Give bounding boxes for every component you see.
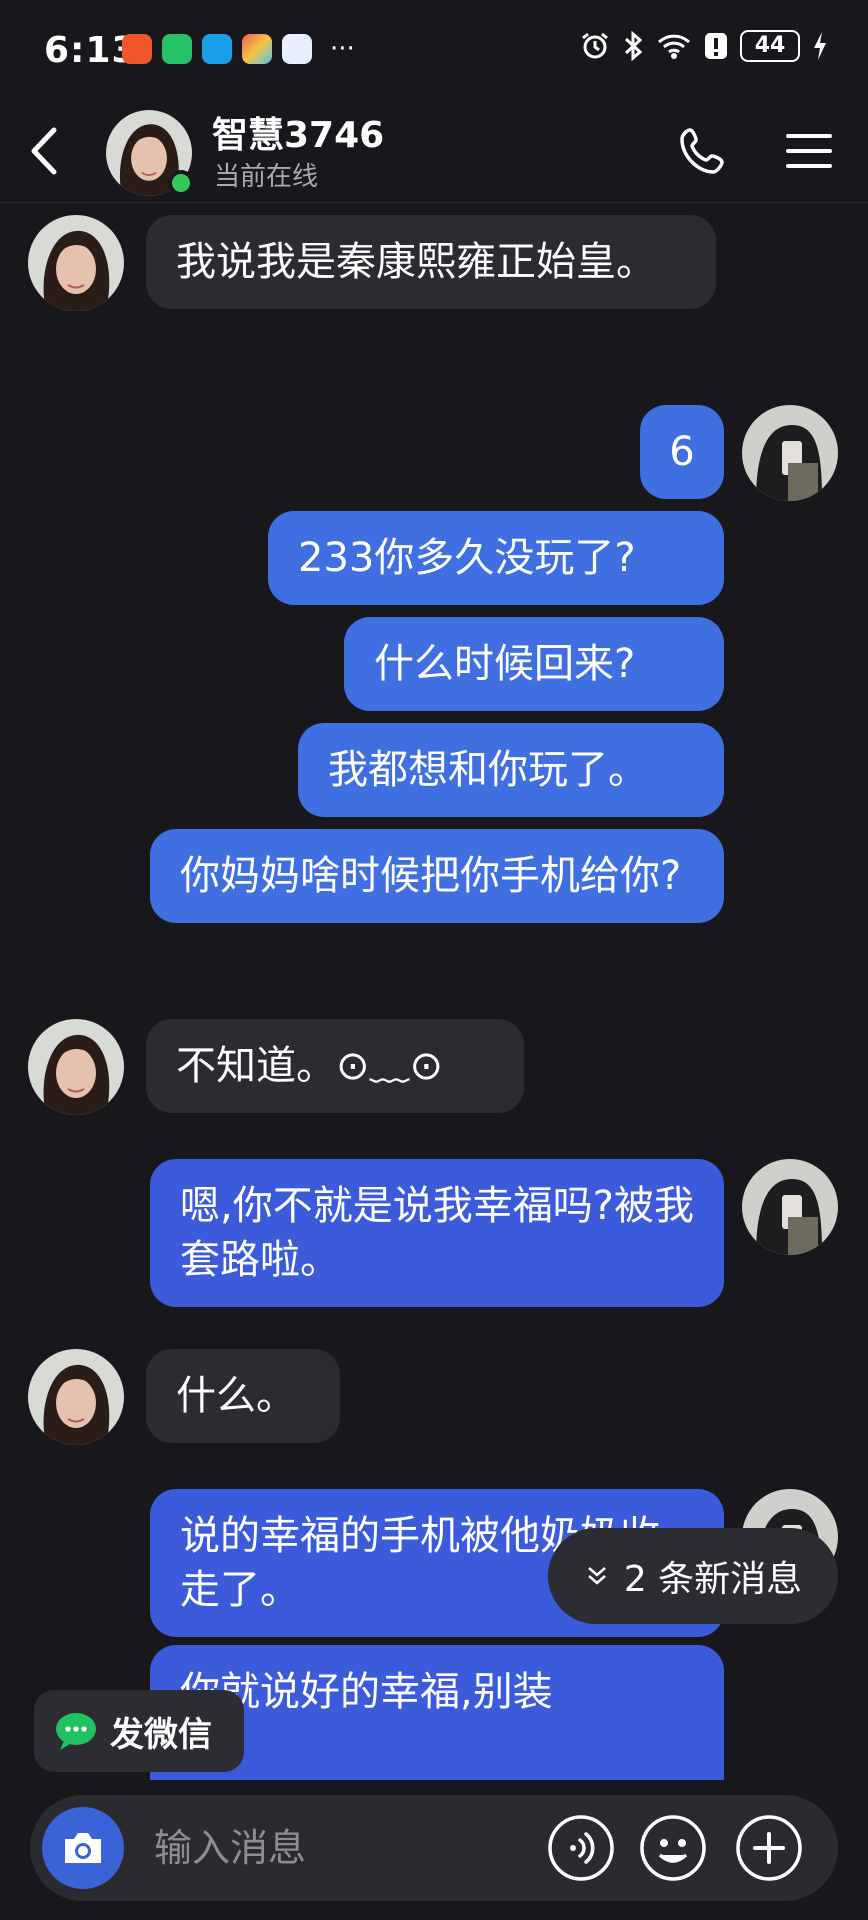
chevron-down-icon: [587, 1567, 606, 1585]
online-status: 当前在线: [214, 162, 319, 192]
voice-icon[interactable]: [546, 1813, 616, 1883]
app-notification-icon: [122, 34, 152, 64]
app-notification-icon: [282, 34, 312, 64]
message-input[interactable]: [152, 1817, 556, 1879]
phone-icon[interactable]: [678, 126, 728, 176]
plus-icon[interactable]: [734, 1813, 804, 1883]
outgoing-message[interactable]: 你妈妈啥时候把你手机给你?: [150, 829, 724, 923]
camera-icon: [65, 1833, 101, 1863]
contact-avatar[interactable]: [28, 1019, 124, 1115]
system-icons: 44: [580, 30, 828, 62]
wechat-icon: [56, 1713, 96, 1750]
outgoing-message[interactable]: 233你多久没玩了?: [268, 511, 724, 605]
back-arrow-icon[interactable]: [24, 124, 64, 178]
new-messages-button[interactable]: 2 条新消息: [548, 1528, 838, 1624]
contact-avatar[interactable]: [28, 1349, 124, 1445]
new-messages-label: 2 条新消息: [623, 1559, 803, 1600]
wifi-icon: [657, 34, 691, 59]
app-notification-icon: [202, 34, 232, 64]
battery-level: 44: [740, 30, 800, 62]
app-notification-icon: [162, 34, 192, 64]
outgoing-message[interactable]: 什么时候回来?: [344, 617, 724, 711]
outgoing-message[interactable]: 我都想和你玩了。: [298, 723, 724, 817]
message-input-bar: [30, 1795, 838, 1901]
online-indicator: [168, 170, 194, 196]
menu-icon[interactable]: [786, 128, 832, 174]
emoji-icon[interactable]: [638, 1813, 708, 1883]
alarm-icon: [582, 32, 608, 59]
contact-avatar[interactable]: [28, 215, 124, 311]
my-avatar[interactable]: [742, 405, 838, 501]
app-notification-icon: [242, 34, 272, 64]
camera-button[interactable]: [42, 1807, 124, 1889]
more-notifications-icon: ···: [330, 34, 355, 64]
my-avatar[interactable]: [742, 1159, 838, 1255]
send-wechat-label: 发微信: [110, 1714, 212, 1755]
contact-name[interactable]: 智慧3746: [212, 106, 384, 158]
send-wechat-button[interactable]: 发微信: [34, 1690, 244, 1772]
alert-icon: [705, 33, 727, 59]
incoming-message[interactable]: 我说我是秦康熙雍正始皇。: [146, 215, 716, 309]
charging-icon: [814, 32, 826, 60]
bluetooth-icon: [624, 31, 643, 61]
chat-header: 智慧3746 当前在线: [0, 100, 868, 203]
notification-icons: ···: [122, 34, 355, 64]
incoming-message[interactable]: 什么。: [146, 1349, 340, 1443]
outgoing-message[interactable]: 嗯,你不就是说我幸福吗?被我套路啦。: [150, 1159, 724, 1307]
incoming-message[interactable]: 不知道。⊙﹏⊙: [146, 1019, 524, 1113]
status-bar: 6:13 ··· 44: [0, 0, 868, 100]
outgoing-message[interactable]: 6: [640, 405, 724, 499]
